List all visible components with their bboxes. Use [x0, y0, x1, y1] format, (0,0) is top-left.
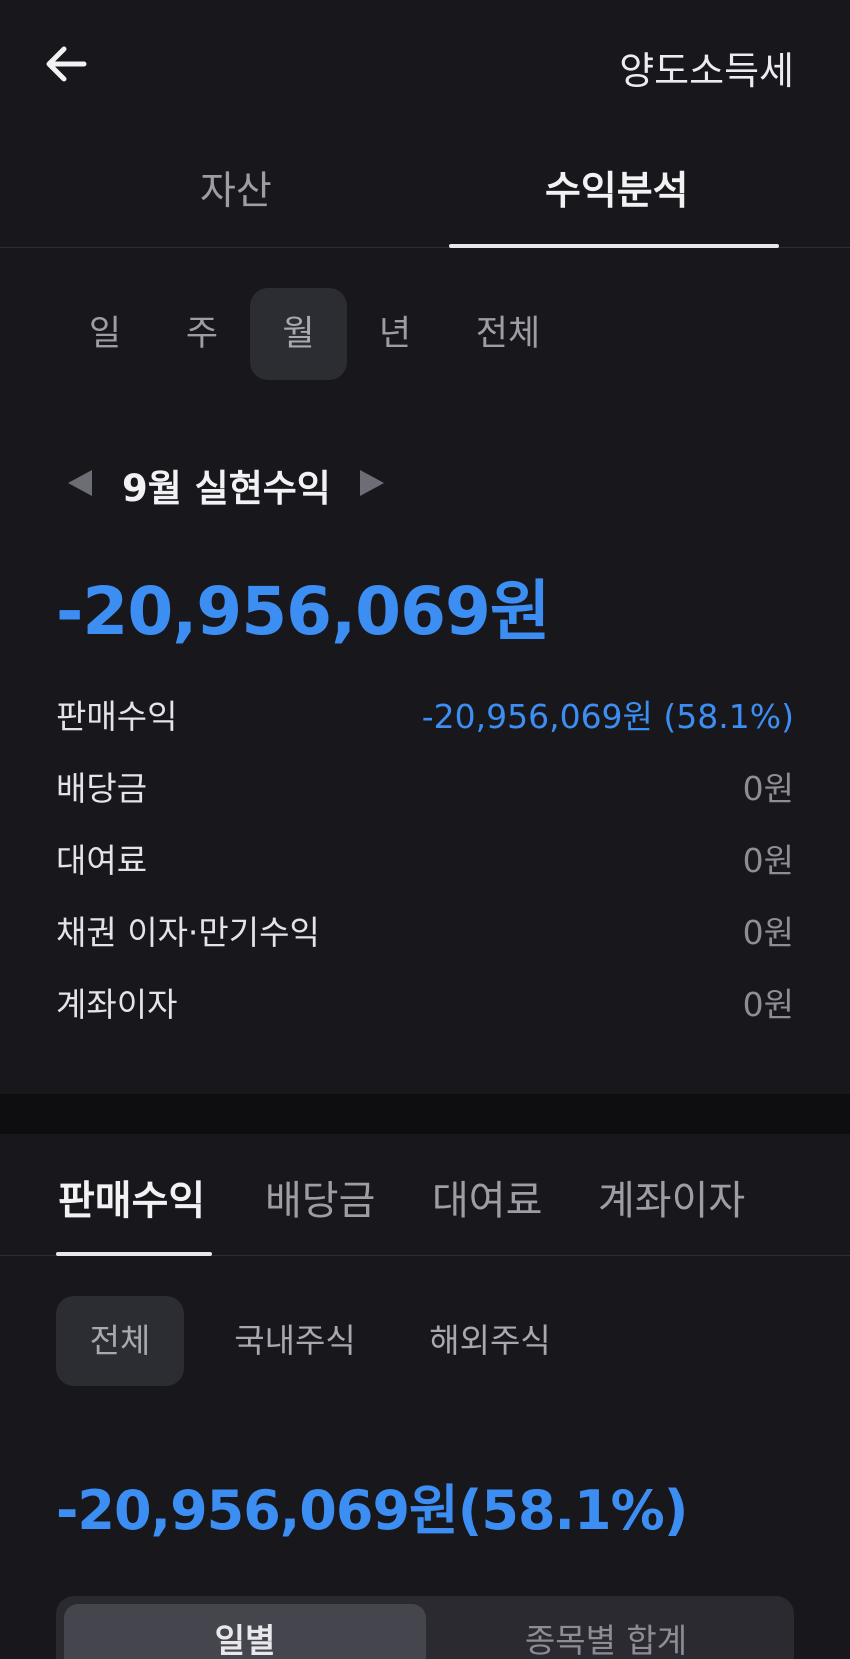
breakdown-label: 계좌이자 — [56, 985, 178, 1024]
capital-gains-tax-link[interactable]: 양도소득세 — [619, 40, 794, 95]
breakdown-label: 채권 이자·만기수익 — [56, 913, 320, 952]
view-segment-control: 일별 종목별 합계 — [56, 1596, 794, 1659]
market-domestic[interactable]: 국내주식 — [210, 1296, 380, 1386]
breakdown-label: 판매수익 — [56, 697, 178, 736]
breakdown-value: 0원 — [742, 769, 794, 808]
tab-assets[interactable]: 자산 — [200, 160, 272, 216]
period-selector: 일 주 월 년 전체 — [0, 288, 850, 380]
subtab-lending-fee[interactable]: 대여료 — [432, 1168, 542, 1226]
period-year[interactable]: 년 — [365, 288, 425, 380]
breakdown-row-bond: 채권 이자·만기수익 0원 — [56, 906, 794, 978]
month-navigator: 9월 실현수익 — [0, 458, 850, 510]
triangle-right-icon[interactable] — [360, 470, 384, 496]
breakdown-label: 대여료 — [56, 841, 148, 880]
back-button[interactable] — [40, 38, 92, 90]
market-overseas[interactable]: 해외주식 — [405, 1296, 575, 1386]
active-tab-indicator — [449, 244, 779, 248]
period-day[interactable]: 일 — [75, 288, 135, 380]
breakdown-row-dividend: 배당금 0원 — [56, 762, 794, 834]
profit-breakdown-list: 판매수익 -20,956,069원 (58.1%) 배당금 0원 대여료 0원 … — [56, 690, 794, 1050]
active-subtab-indicator — [56, 1252, 212, 1256]
main-tab-bar: 자산 수익분석 — [0, 148, 850, 248]
period-month[interactable]: 월 — [250, 288, 347, 380]
period-week[interactable]: 주 — [172, 288, 232, 380]
segment-by-stock[interactable]: 종목별 합계 — [426, 1604, 786, 1659]
tab-profit-analysis[interactable]: 수익분석 — [545, 160, 689, 216]
subtab-account-interest[interactable]: 계좌이자 — [598, 1168, 745, 1226]
market-all[interactable]: 전체 — [56, 1296, 184, 1386]
section-divider — [0, 1094, 850, 1134]
arrow-left-icon — [46, 46, 87, 82]
breakdown-value: 0원 — [742, 841, 794, 880]
breakdown-value: -20,956,069원 (58.1%) — [421, 697, 794, 736]
breakdown-value: 0원 — [742, 985, 794, 1024]
subtab-sales-profit[interactable]: 판매수익 — [58, 1168, 205, 1226]
app-header: 양도소득세 — [0, 0, 850, 120]
breakdown-value: 0원 — [742, 913, 794, 952]
segment-daily[interactable]: 일별 — [64, 1604, 426, 1659]
sales-profit-amount: -20,956,069원(58.1%) — [56, 1479, 688, 1542]
sub-tab-bar: 판매수익 배당금 대여료 계좌이자 — [0, 1134, 850, 1256]
breakdown-row-account-interest: 계좌이자 0원 — [56, 978, 794, 1050]
month-title: 9월 실현수익 — [122, 467, 331, 510]
subtab-dividend[interactable]: 배당금 — [265, 1168, 375, 1226]
breakdown-label: 배당금 — [56, 769, 148, 808]
market-filter: 전체 국내주식 해외주식 — [0, 1296, 850, 1386]
breakdown-row-lending: 대여료 0원 — [56, 834, 794, 906]
realized-profit-amount: -20,956,069원 — [56, 573, 551, 650]
period-all[interactable]: 전체 — [468, 288, 548, 380]
triangle-left-icon[interactable] — [68, 470, 92, 496]
breakdown-row-sales: 판매수익 -20,956,069원 (58.1%) — [56, 690, 794, 762]
